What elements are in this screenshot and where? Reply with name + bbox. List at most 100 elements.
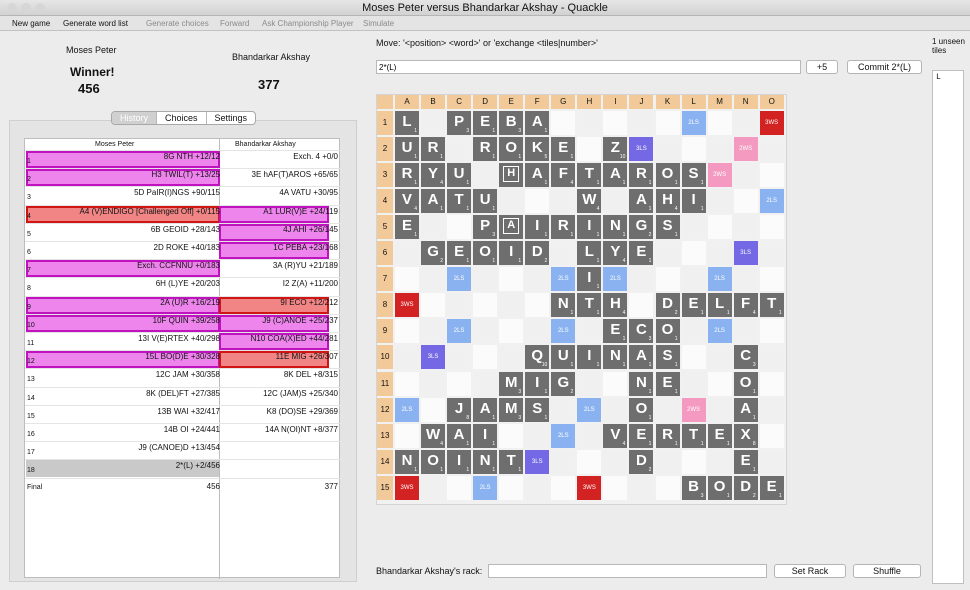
history-row[interactable]: 13 12C JAM +30/358 8K DEL +8/315: [25, 368, 341, 386]
letter-tile[interactable]: Q 10: [525, 345, 550, 370]
letter-tile[interactable]: D2: [525, 241, 550, 266]
letter-tile[interactable]: I1: [681, 189, 706, 214]
board-square[interactable]: [681, 215, 706, 240]
letter-tile[interactable]: U1: [551, 345, 576, 370]
letter-tile[interactable]: S1: [525, 397, 550, 422]
board-square[interactable]: [473, 319, 498, 344]
history-row[interactable]: 11 13I V(E)RTEX +40/298 N10 COA(X)ED +44/2…: [25, 332, 341, 350]
board-square[interactable]: [759, 137, 784, 162]
board-square[interactable]: [759, 241, 784, 266]
board-square[interactable]: [707, 449, 732, 474]
board-square[interactable]: [681, 449, 706, 474]
history-row[interactable]: 15 13B WAI +32/417 K8 (DO)SE +29/369: [25, 404, 341, 423]
letter-tile[interactable]: E1: [707, 423, 732, 448]
letter-tile[interactable]: A1: [421, 189, 446, 214]
double-letter-square[interactable]: 2LS: [447, 319, 472, 344]
letter-tile[interactable]: T1: [577, 293, 602, 318]
letter-tile[interactable]: E1: [629, 241, 654, 266]
history-row[interactable]: 12 15L BO(D)E +30/328 11E MIG +26/307: [25, 350, 341, 368]
letter-tile[interactable]: F4: [551, 163, 576, 188]
double-letter-square[interactable]: 2LS: [551, 267, 576, 292]
double-letter-square[interactable]: 2LS: [551, 319, 576, 344]
board-square[interactable]: [499, 475, 524, 500]
letter-tile[interactable]: L1: [395, 111, 419, 135]
board-square[interactable]: [421, 267, 446, 292]
board-square[interactable]: [603, 189, 628, 214]
board-square[interactable]: [733, 163, 758, 188]
history-row[interactable]: 7 Exch. CCFNNU +0/183 3A (R)YU +21/189: [25, 259, 341, 277]
close-window-icon[interactable]: [7, 3, 17, 13]
letter-tile[interactable]: Z 10: [603, 137, 628, 162]
letter-tile[interactable]: O1: [629, 397, 654, 422]
board-square[interactable]: [759, 267, 784, 292]
board-square[interactable]: [707, 189, 732, 214]
letter-tile[interactable]: E1: [655, 371, 680, 396]
history-row[interactable]: 10 10F QUIN +39/258 J9 (C)ANOE +25/237: [25, 313, 341, 332]
board-square[interactable]: [577, 111, 602, 135]
board-square[interactable]: [421, 475, 446, 500]
triple-word-square[interactable]: 3WS: [395, 293, 419, 318]
toolbar-generate-choices[interactable]: Generate choices: [146, 16, 209, 31]
board-square[interactable]: [395, 319, 419, 344]
letter-tile[interactable]: H4: [603, 293, 628, 318]
letter-tile[interactable]: R1: [551, 215, 576, 240]
board-square[interactable]: [733, 189, 758, 214]
board-square[interactable]: [499, 189, 524, 214]
tab-choices[interactable]: Choices: [157, 112, 207, 124]
letter-tile[interactable]: R1: [473, 137, 498, 162]
letter-tile[interactable]: P3: [447, 111, 472, 135]
board-square[interactable]: [421, 371, 446, 396]
board-square[interactable]: [759, 423, 784, 448]
letter-tile[interactable]: O1: [499, 137, 524, 162]
letter-tile[interactable]: N1: [603, 215, 628, 240]
double-letter-square[interactable]: 2LS: [395, 397, 419, 422]
letter-tile[interactable]: E1: [447, 241, 472, 266]
letter-tile[interactable]: U1: [473, 189, 498, 214]
letter-tile[interactable]: A1: [733, 397, 758, 422]
board-square[interactable]: [577, 319, 602, 344]
blank-tile[interactable]: A: [499, 215, 524, 240]
board-square[interactable]: [473, 293, 498, 318]
board-square[interactable]: [421, 293, 446, 318]
board-square[interactable]: [681, 267, 706, 292]
board-square[interactable]: [499, 345, 524, 370]
board-square[interactable]: [759, 215, 784, 240]
toolbar-ask-championship-player[interactable]: Ask Championship Player: [262, 16, 354, 31]
triple-letter-square[interactable]: 3LS: [525, 449, 550, 474]
board-square[interactable]: [395, 345, 419, 370]
board-square[interactable]: [395, 371, 419, 396]
board-square[interactable]: [447, 293, 472, 318]
letter-tile[interactable]: N1: [629, 371, 654, 396]
history-row[interactable]: 6 2D ROKE +40/183 1C PEBA +23/168: [25, 241, 341, 259]
board-square[interactable]: [551, 241, 576, 266]
history-row[interactable]: 9 2A (U)R +16/219 9I ECO +12/212: [25, 295, 341, 314]
set-rack-button[interactable]: Set Rack: [774, 564, 846, 578]
letter-tile[interactable]: T1: [499, 449, 524, 474]
board-square[interactable]: [395, 267, 419, 292]
letter-tile[interactable]: G2: [421, 241, 446, 266]
board-square[interactable]: [681, 371, 706, 396]
board-square[interactable]: [551, 475, 576, 500]
letter-tile[interactable]: T1: [447, 189, 472, 214]
letter-tile[interactable]: W4: [577, 189, 602, 214]
board-square[interactable]: [655, 267, 680, 292]
letter-tile[interactable]: D2: [733, 475, 758, 500]
triple-letter-square[interactable]: 3LS: [421, 345, 446, 370]
letter-tile[interactable]: T1: [681, 423, 706, 448]
history-row[interactable]: 1 8G NTH +12/12 Exch. 4 +0/0: [25, 150, 341, 168]
letter-tile[interactable]: R1: [629, 163, 654, 188]
letter-tile[interactable]: C3: [629, 319, 654, 344]
board-square[interactable]: [707, 345, 732, 370]
board-square[interactable]: [421, 319, 446, 344]
shuffle-button[interactable]: Shuffle: [853, 564, 921, 578]
board-square[interactable]: [447, 475, 472, 500]
letter-tile[interactable]: I1: [499, 241, 524, 266]
letter-tile[interactable]: N1: [473, 449, 498, 474]
letter-tile[interactable]: Y4: [603, 241, 628, 266]
commit-button[interactable]: Commit 2*(L): [847, 60, 922, 74]
letter-tile[interactable]: D2: [629, 449, 654, 474]
board-square[interactable]: [655, 397, 680, 422]
letter-tile[interactable]: I1: [577, 345, 602, 370]
toolbar-simulate[interactable]: Simulate: [363, 16, 394, 31]
double-letter-square[interactable]: 2LS: [577, 397, 602, 422]
